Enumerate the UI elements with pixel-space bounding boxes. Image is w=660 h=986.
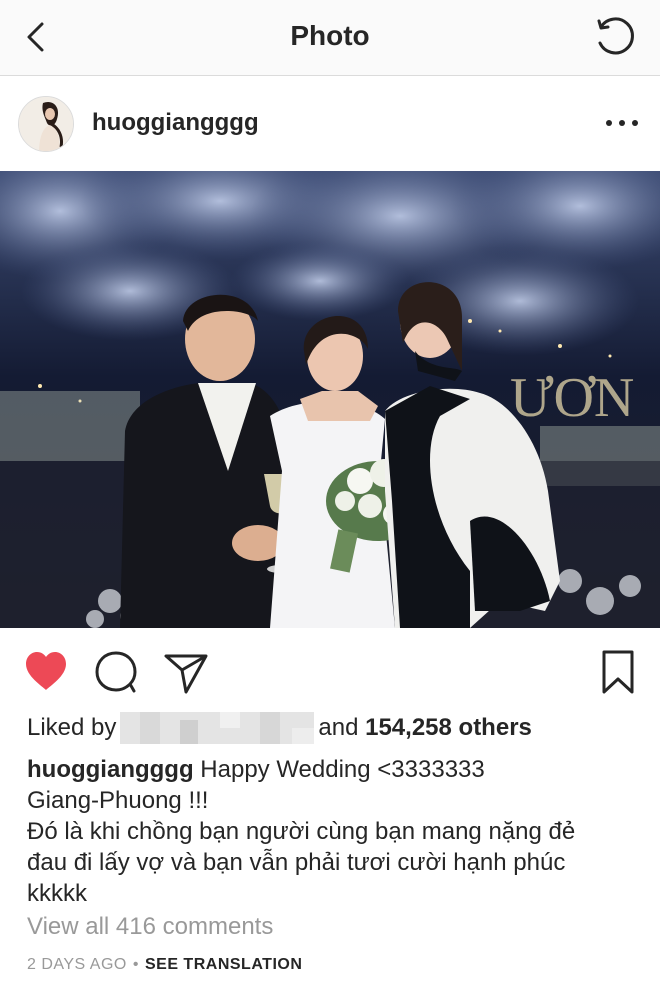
- caption-line-4: đau đi lấy vợ và bạn vẫn phải tươi cười …: [27, 849, 566, 876]
- svg-text:ƯƠN: ƯƠN: [510, 367, 634, 429]
- action-bar: [0, 640, 660, 704]
- caption-username[interactable]: huoggiangggg: [27, 756, 194, 783]
- heart-icon[interactable]: [22, 648, 70, 696]
- likes-and: and: [318, 714, 359, 741]
- caption-line-5: kkkkk: [27, 880, 87, 907]
- timestamp: 2 DAYS AGO: [27, 956, 127, 973]
- view-comments-link[interactable]: View all 416 comments: [27, 913, 273, 941]
- see-translation-link[interactable]: SEE TRANSLATION: [145, 956, 302, 973]
- likes-count[interactable]: 154,258 others: [365, 714, 532, 742]
- post-photo[interactable]: ƯƠN: [0, 171, 660, 628]
- post-header: huoggiangggg: [0, 77, 660, 171]
- meta-separator: •: [132, 956, 139, 973]
- bookmark-icon[interactable]: [594, 648, 642, 696]
- refresh-icon[interactable]: [592, 15, 638, 61]
- comment-icon[interactable]: [92, 648, 140, 696]
- avatar[interactable]: [18, 96, 74, 152]
- caption-line-3: Đó là khi chồng bạn người cùng bạn mang …: [27, 818, 576, 845]
- post-username[interactable]: huoggiangggg: [92, 109, 259, 137]
- nav-bar: Photo: [0, 0, 660, 76]
- page-title: Photo: [290, 20, 370, 51]
- caption-line-2: Giang-Phuong !!!: [27, 787, 209, 814]
- post-meta: 2 DAYS AGO • SEE TRANSLATION: [27, 956, 302, 974]
- more-horizontal-icon[interactable]: [606, 109, 638, 137]
- blurred-username: [120, 712, 315, 744]
- likes-line: Liked by and 154,258 others: [27, 712, 532, 744]
- caption-line-1: huoggiangggg Happy Wedding <3333333: [27, 754, 647, 785]
- caption-text: Happy Wedding <3333333: [193, 756, 485, 783]
- share-icon[interactable]: [162, 648, 210, 696]
- likes-prefix: Liked by: [27, 714, 117, 741]
- caption: huoggiangggg Happy Wedding <3333333 Gian…: [27, 754, 647, 909]
